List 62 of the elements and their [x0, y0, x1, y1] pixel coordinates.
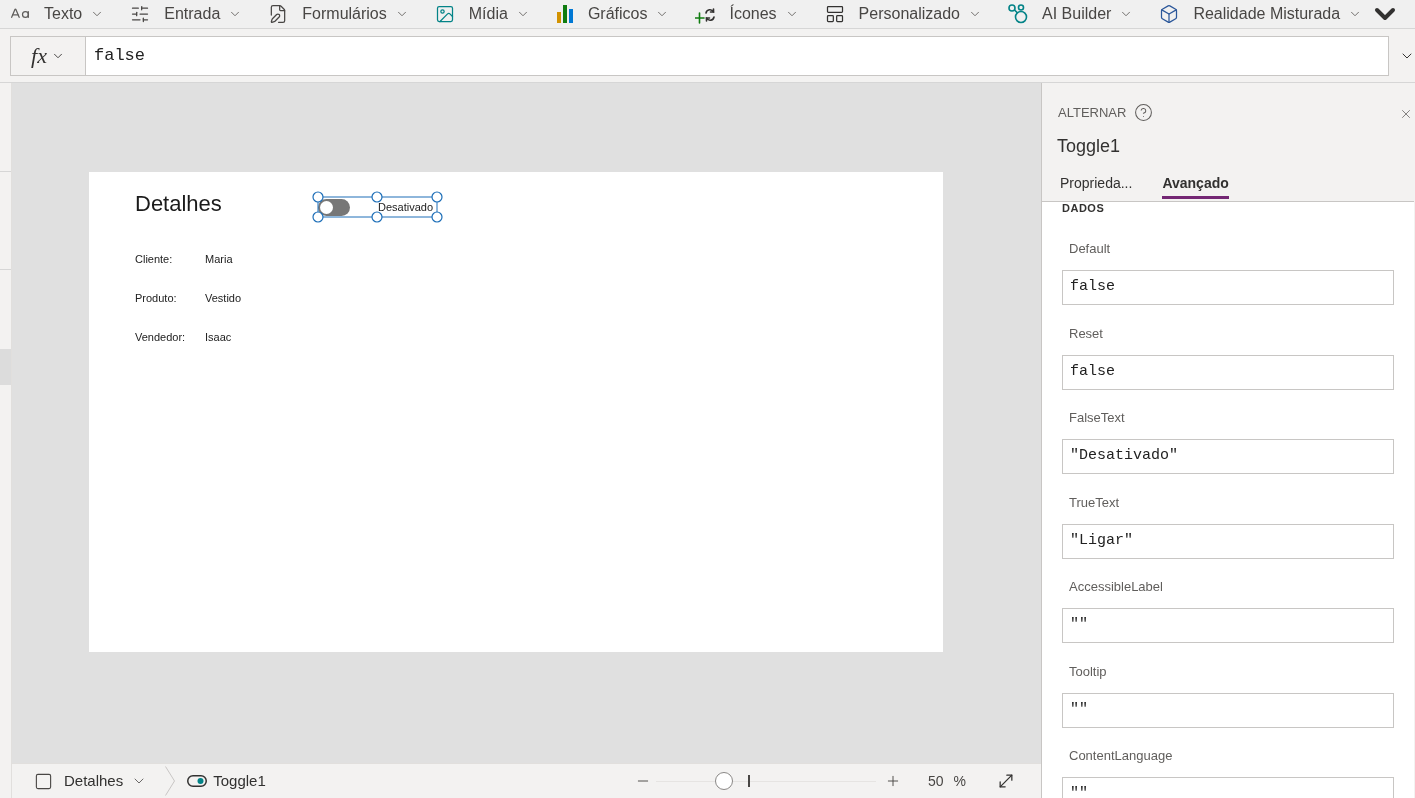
- cube-icon: [1159, 4, 1180, 24]
- toggle-icon: [187, 775, 208, 787]
- ribbon-menu-button[interactable]: Personalizado: [824, 4, 982, 24]
- control-name: Toggle1: [1056, 135, 1122, 158]
- property-label: AccessibleLabel: [1068, 579, 1164, 595]
- formula-input[interactable]: false: [86, 36, 1388, 75]
- zoom-tick-mark: [747, 775, 750, 787]
- resize-handle-icon[interactable]: [371, 211, 383, 223]
- ribbon-menu-button[interactable]: Gráficos: [555, 4, 670, 24]
- screen-title: Detalhes: [135, 190, 222, 218]
- resize-handle-icon[interactable]: [431, 211, 443, 223]
- circles-icon: [1008, 4, 1028, 24]
- property-input-field[interactable]: false: [1062, 270, 1394, 305]
- property-input-field[interactable]: "": [1062, 692, 1394, 728]
- property-input-field[interactable]: "": [1062, 777, 1394, 798]
- ribbon-menu-button[interactable]: Texto: [10, 4, 105, 24]
- property-input-field[interactable]: "": [1062, 608, 1394, 643]
- ribbon-menu-button[interactable]: Ícones: [695, 4, 799, 24]
- field-value: Isaac: [205, 330, 232, 344]
- control-type-label: ALTERNAR: [1058, 103, 1127, 122]
- resize-handle-icon[interactable]: [312, 191, 324, 203]
- ribbon-menu-button[interactable]: Mídia: [434, 4, 530, 24]
- property-label: ContentLanguage: [1068, 748, 1174, 764]
- image-icon: [434, 4, 455, 24]
- toggle-label: Desativado: [378, 200, 434, 214]
- section-heading: DADOS: [1062, 202, 1106, 214]
- function-button[interactable]: fx: [11, 36, 86, 75]
- field-value: Vestido: [205, 291, 242, 305]
- ribbon-menu-button[interactable]: Realidade Misturada: [1159, 4, 1363, 24]
- field-value: Maria: [205, 252, 233, 266]
- control-breadcrumb[interactable]: Toggle1: [187, 769, 266, 793]
- field-label: Vendedor:: [135, 330, 187, 344]
- help-icon[interactable]: [1134, 103, 1154, 122]
- property-input-field[interactable]: "Desativado": [1062, 439, 1394, 474]
- property-label: FalseText: [1068, 410, 1126, 426]
- property-label: TrueText: [1068, 494, 1121, 511]
- toggle-knob: [320, 201, 333, 214]
- ribbon-menu-button[interactable]: Entrada: [130, 4, 243, 24]
- zoom-slider-thumb[interactable]: [715, 772, 734, 790]
- close-icon[interactable]: [1399, 107, 1413, 121]
- screen-icon: [34, 771, 53, 791]
- resize-handle-icon[interactable]: [312, 211, 324, 223]
- layout-icon: [824, 4, 845, 24]
- field-label: Produto:: [135, 291, 178, 305]
- panel-tab[interactable]: Proprieda...: [1060, 172, 1133, 199]
- property-label: Tooltip: [1068, 663, 1108, 680]
- resize-handle-icon[interactable]: [431, 191, 443, 203]
- bar-chart-icon: [555, 5, 574, 23]
- property-input-field[interactable]: "Ligar": [1062, 523, 1394, 559]
- screen-selector[interactable]: Detalhes: [34, 769, 148, 793]
- ribbon-menu-button[interactable]: Formulários: [268, 4, 409, 24]
- ribbon-menu-button[interactable]: AI Builder: [1008, 4, 1134, 24]
- zoom-unit: %: [953, 771, 966, 791]
- sliders-icon: [130, 4, 151, 24]
- property-input-field[interactable]: false: [1062, 354, 1394, 390]
- property-label: Reset: [1068, 325, 1104, 342]
- panel-tab[interactable]: Avançado: [1162, 172, 1229, 199]
- field-label: Cliente:: [135, 252, 174, 266]
- breadcrumb-separator-icon: [165, 766, 176, 796]
- resize-handle-icon[interactable]: [371, 191, 383, 203]
- property-label: Default: [1068, 241, 1112, 257]
- zoom-value: 50: [927, 771, 944, 791]
